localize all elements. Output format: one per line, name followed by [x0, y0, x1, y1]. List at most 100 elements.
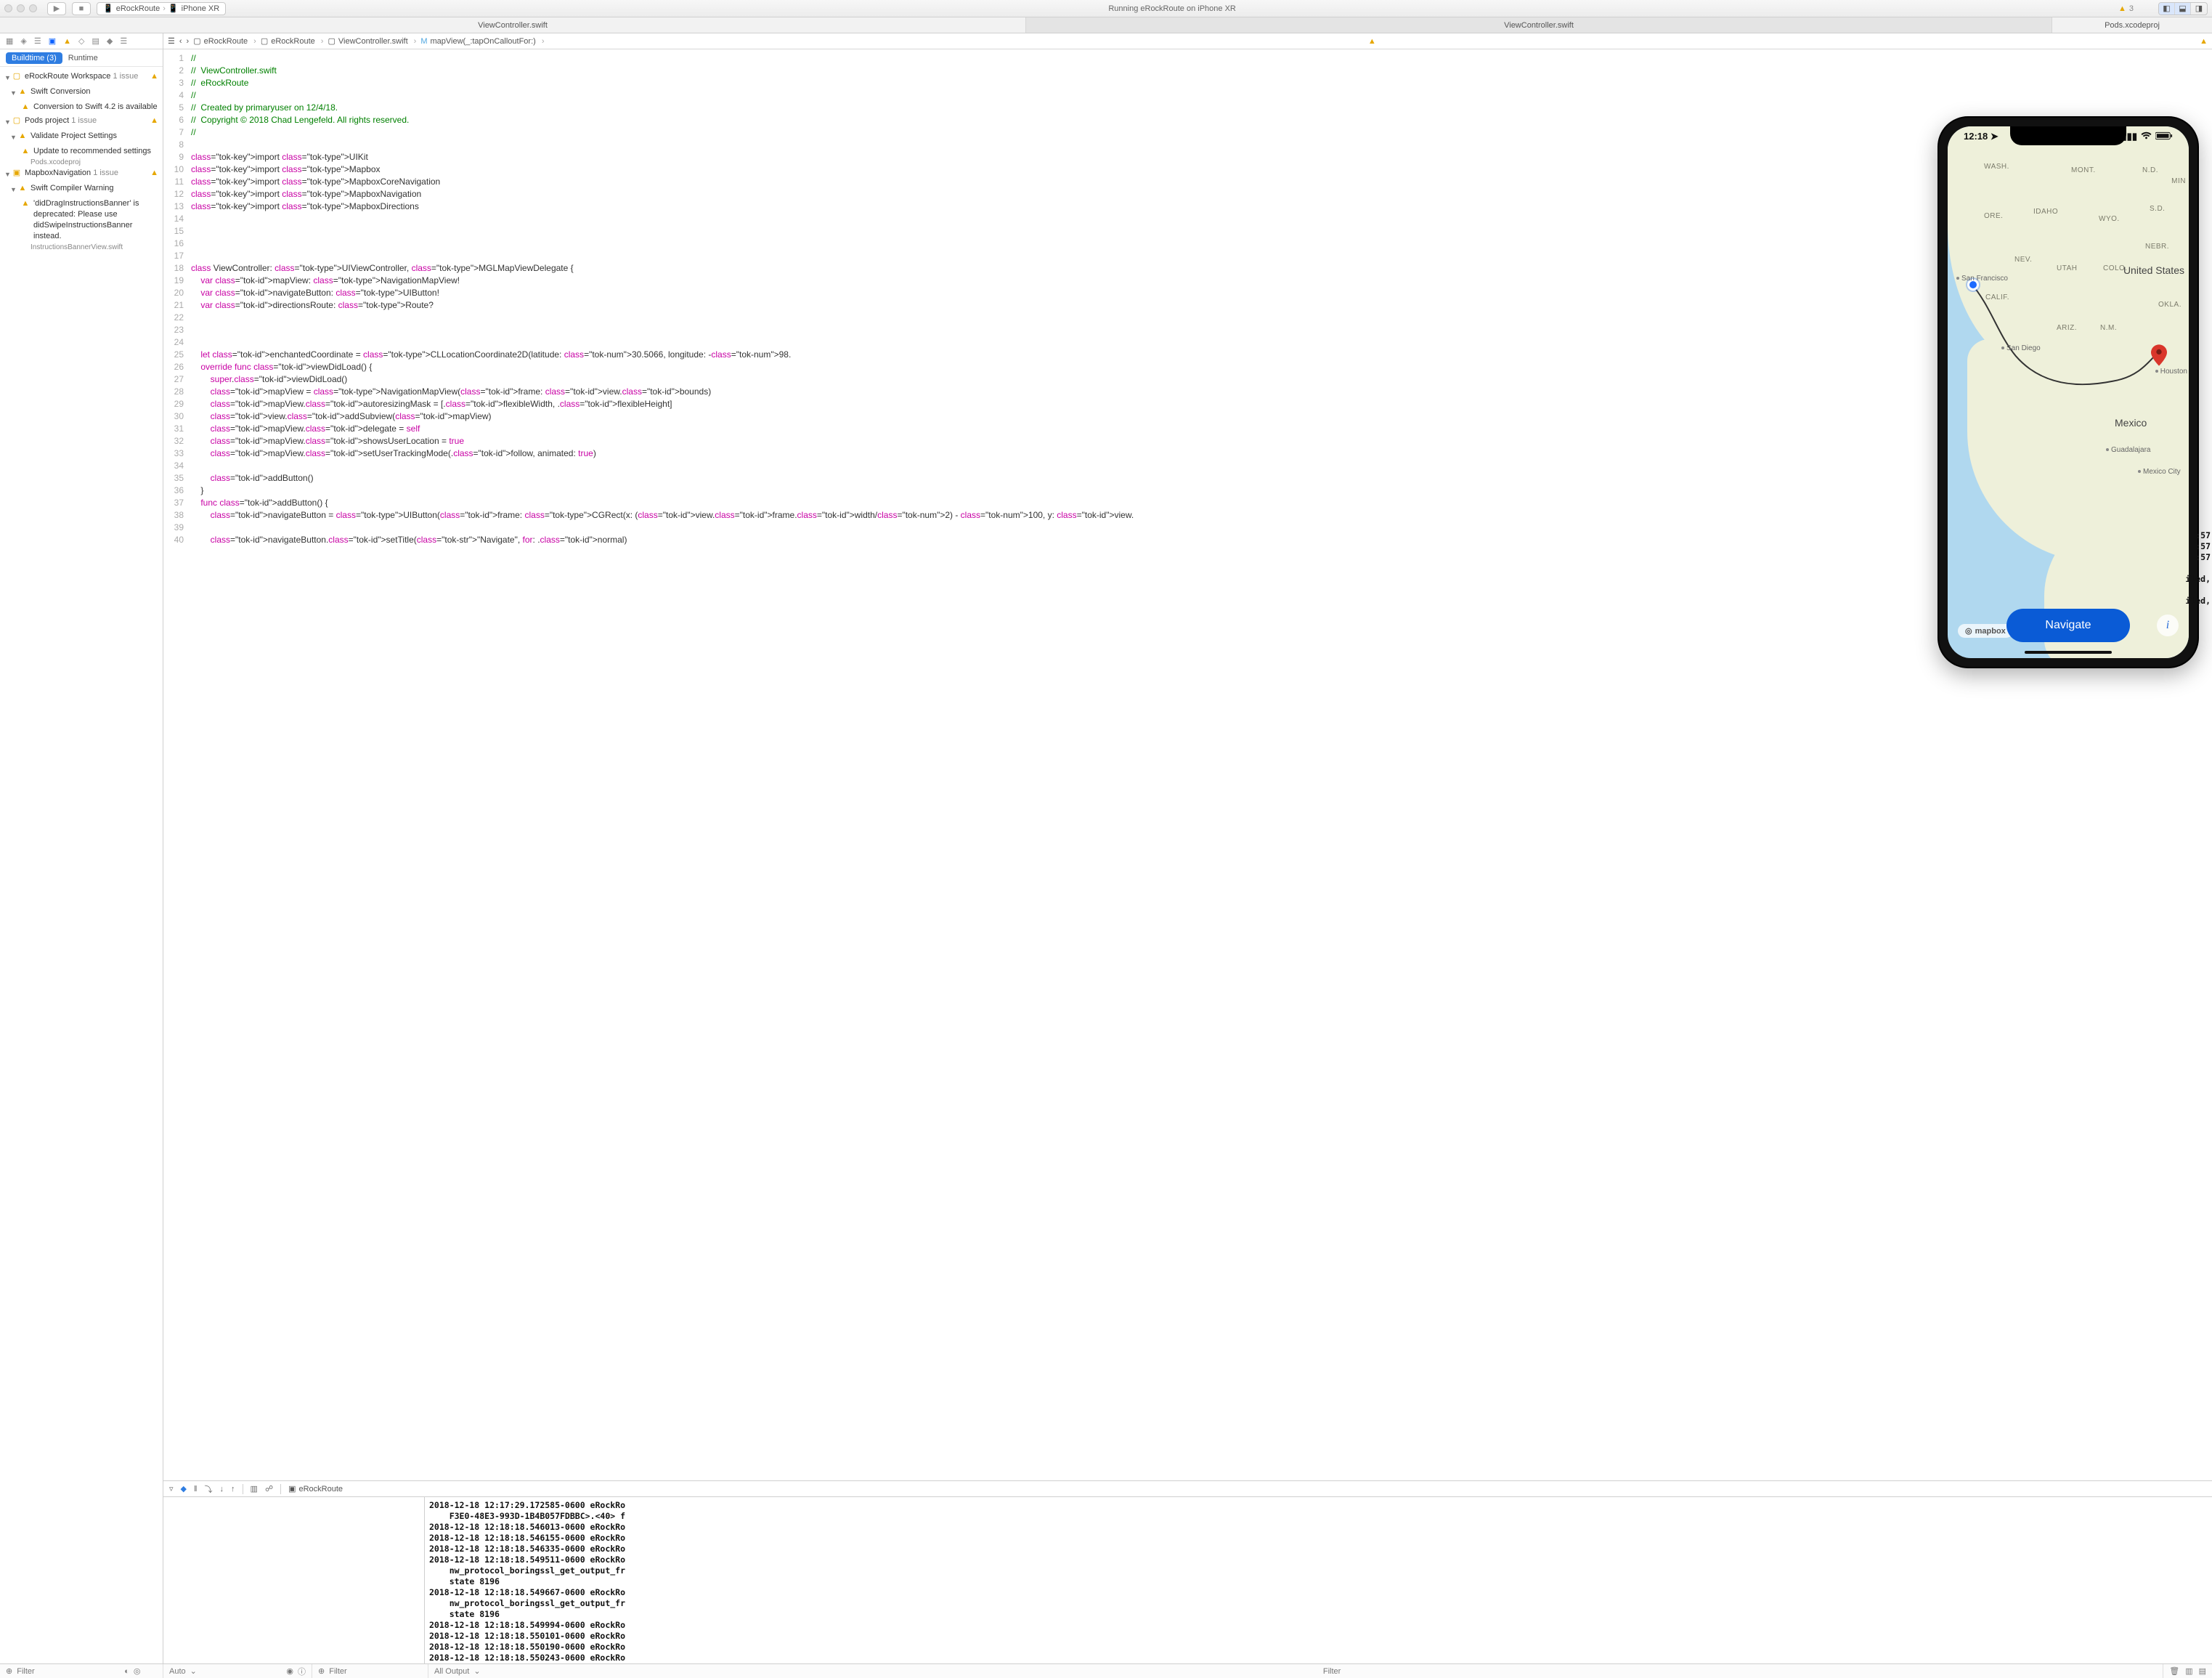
warning-icon: ▲ [17, 86, 28, 97]
back-button-icon[interactable]: ‹ [179, 37, 182, 46]
tree-group[interactable]: ▼▢ Pods project 1 issue ▲ [0, 114, 163, 129]
test-nav-icon[interactable]: ◇ [78, 36, 84, 46]
hide-debug-icon[interactable]: ▿ [169, 1484, 174, 1493]
editor-tab[interactable]: ViewController.swift [1026, 17, 2052, 33]
memory-graph-icon[interactable]: ☍ [265, 1484, 273, 1493]
tree-issue[interactable]: ▲ Conversion to Swift 4.2 is available [0, 100, 163, 114]
auto-variables-label[interactable]: Auto [169, 1667, 186, 1676]
window-traffic-lights[interactable] [4, 4, 37, 12]
forward-button-icon[interactable]: › [187, 37, 190, 46]
console-filter-input[interactable] [1323, 1667, 2157, 1676]
editor-area: ☰ ‹ › ▢eRockRoute ▢eRockRoute ▢ViewContr… [163, 33, 2212, 1663]
navigator-panel: ▦ ◈ ☰ ▣ ▲ ◇ ▤ ◆ ☰ Buildtime (3) Runtime … [0, 33, 163, 1663]
minimize-window-icon[interactable] [17, 4, 25, 12]
trash-icon[interactable]: 🗑 [2169, 1666, 2179, 1676]
debug-nav-icon[interactable]: ▤ [92, 36, 99, 46]
map-label: Utah [2057, 264, 2077, 272]
symbol-nav-icon[interactable]: ☰ [34, 36, 41, 46]
project-icon: ▢ [12, 115, 22, 126]
breadcrumb: MmapView(_:tapOnCalloutFor:) [420, 37, 544, 46]
filter-icon[interactable]: ⊕ [6, 1666, 12, 1676]
process-target[interactable]: ▣ eRockRoute [288, 1484, 343, 1493]
breakpoints-toggle-icon[interactable]: ◆ [181, 1484, 187, 1493]
debug-view-icon[interactable]: ▥ [251, 1484, 258, 1493]
breakpoint-nav-icon[interactable]: ◆ [107, 36, 113, 46]
source-editor[interactable]: 1 2 3 4 5 6 7 8 9 10 11 12 13 14 15 16 1… [163, 49, 2212, 1480]
close-window-icon[interactable] [4, 4, 12, 12]
simulator-screen[interactable]: 12:18 ➤ ▮▮▮ Wash. Mont. N.D. Mi [1948, 126, 2189, 658]
editor-tab[interactable]: Pods.xcodeproj [2052, 17, 2212, 33]
scheme-selector[interactable]: 📱 eRockRoute › 📱 iPhone XR [97, 2, 226, 15]
map-label: Idaho [2033, 208, 2058, 216]
step-over-icon[interactable]: ⤵ [205, 1483, 213, 1495]
step-out-icon[interactable]: ↑ [231, 1485, 235, 1493]
tree-group[interactable]: ▼▣ MapboxNavigation 1 issue ▲ [0, 166, 163, 182]
tree-issue[interactable]: ▲ Update to recommended settings [0, 145, 163, 158]
buildtime-pill[interactable]: Buildtime (3) [6, 52, 62, 64]
project-nav-icon[interactable]: ▦ [6, 36, 13, 46]
map-label: Mont. [2071, 166, 2096, 174]
panel-toggles: ◧ ⬓ ◨ [2158, 2, 2208, 15]
issues-scope-row: Buildtime (3) Runtime [0, 49, 163, 67]
run-button[interactable]: ▶ [47, 2, 66, 15]
source-control-icon[interactable]: ◈ [20, 36, 26, 46]
map-label: Wyo. [2099, 215, 2120, 223]
continue-icon[interactable]: ‖ [194, 1485, 198, 1493]
console-output-overflow: :57 :57 :57 iled, iled, [2185, 530, 2211, 607]
map-label: Ore. [1984, 212, 2003, 220]
issue-nav-icon[interactable]: ▲ [63, 37, 71, 46]
toggle-left-panel[interactable]: ◧ [2159, 3, 2175, 15]
city-label: Mexico City [2138, 468, 2181, 476]
mapbox-logo-icon: ◎ [1965, 626, 1972, 636]
step-into-icon[interactable]: ↓ [220, 1485, 224, 1493]
runtime-tab[interactable]: Runtime [68, 54, 98, 62]
quicklook-icon[interactable]: ◉ [286, 1666, 293, 1676]
clock-icon[interactable]: ◐ [124, 1667, 129, 1676]
city-label: San Diego [2001, 344, 2041, 352]
output-scope[interactable]: All Output [434, 1667, 469, 1676]
variables-view[interactable] [163, 1497, 425, 1663]
map-view[interactable]: Wash. Mont. N.D. Min Ore. Idaho Wyo. S.D… [1948, 126, 2189, 658]
jump-bar[interactable]: ☰ ‹ › ▢eRockRoute ▢eRockRoute ▢ViewContr… [163, 33, 2212, 49]
tree-group[interactable]: ▼▢ eRockRoute Workspace 1 issue ▲ [0, 70, 163, 85]
warning-icon: ▲ [20, 146, 31, 157]
navigate-button[interactable]: Navigate [2006, 609, 2130, 642]
report-nav-icon[interactable]: ☰ [120, 36, 127, 46]
mapbox-attribution[interactable]: ◎ mapbox [1958, 624, 2013, 638]
scope-icon[interactable]: ◎ [134, 1666, 141, 1676]
activity-status: Running eRockRoute on iPhone XR [232, 4, 2113, 13]
find-nav-icon[interactable]: ▣ [49, 36, 56, 46]
issue-file: Pods.xcodeproj [0, 158, 163, 166]
tree-group[interactable]: ▼▲ Swift Conversion [0, 85, 163, 100]
toggle-bottom-panel[interactable]: ⬓ [2175, 3, 2191, 15]
code-text[interactable]: // // ViewController.swift // eRockRoute… [188, 49, 2212, 1480]
warning-icon: ▲ [20, 198, 31, 209]
app-icon: 📱 [103, 4, 113, 13]
info-icon[interactable]: ⓘ [298, 1666, 306, 1677]
destination-pin-icon[interactable] [2151, 344, 2167, 366]
editor-tab[interactable]: ViewController.swift [0, 17, 1026, 33]
navigator-filter-input[interactable] [17, 1667, 120, 1676]
home-indicator[interactable] [2025, 651, 2112, 654]
info-button[interactable]: i [2157, 615, 2179, 636]
stop-button[interactable]: ■ [72, 2, 91, 15]
variables-filter-input[interactable] [329, 1667, 432, 1676]
scheme-app-name: eRockRoute [116, 4, 160, 13]
console-layout-icon[interactable]: ▥ [2185, 1666, 2192, 1676]
related-items-icon[interactable]: ☰ [168, 36, 175, 46]
tree-issue[interactable]: ▲ 'didDragInstructionsBanner' is depreca… [0, 197, 163, 243]
zoom-window-icon[interactable] [29, 4, 37, 12]
warning-icon[interactable]: ▲ [1368, 37, 1376, 46]
scheme-device-name: iPhone XR [182, 4, 220, 13]
warning-icon[interactable]: ▲ [2200, 37, 2208, 46]
console-layout-icon[interactable]: ▤ [2199, 1666, 2206, 1676]
tree-group[interactable]: ▼▲ Validate Project Settings [0, 129, 163, 145]
tree-group[interactable]: ▼▲ Swift Compiler Warning [0, 182, 163, 197]
map-label: N.M. [2100, 324, 2117, 332]
map-label: S.D. [2150, 205, 2165, 213]
issue-summary[interactable]: ▲ 3 [2118, 4, 2134, 13]
filter-icon[interactable]: ⊕ [318, 1666, 325, 1676]
console-output[interactable]: 2018-12-18 12:17:29.172585-0600 eRockRo … [425, 1497, 2212, 1663]
map-label: Wash. [1984, 163, 2009, 171]
toggle-right-panel[interactable]: ◨ [2191, 3, 2207, 15]
